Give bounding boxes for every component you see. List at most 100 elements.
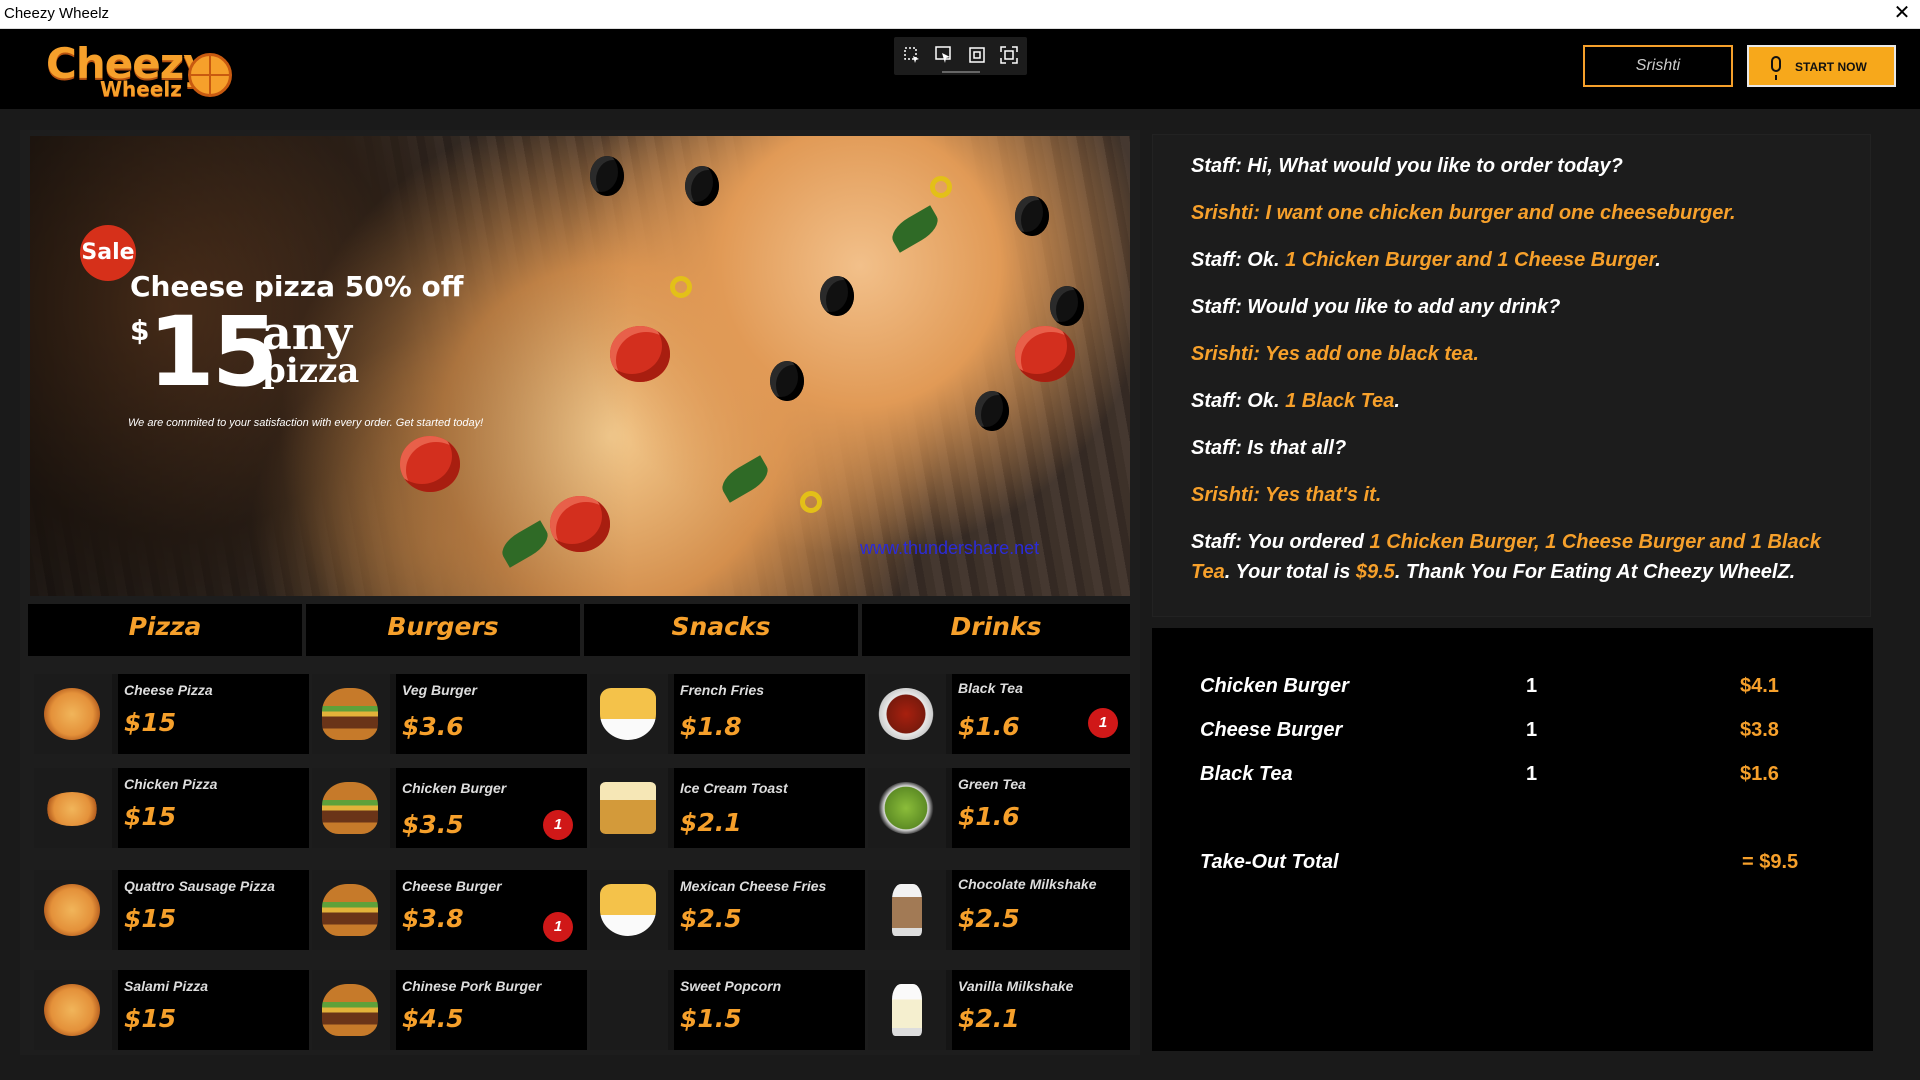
chat-line-staff: Staff: Hi, What would you like to order … bbox=[1191, 155, 1623, 177]
menu-item-green-tea[interactable]: Green Tea $1.6 bbox=[868, 768, 1130, 848]
quantity-badge: 1 bbox=[543, 810, 573, 840]
menu-item-cheese-pizza[interactable]: Cheese Pizza $15 bbox=[34, 674, 309, 754]
total-value: = $9.5 bbox=[1742, 851, 1799, 873]
pepper-decoration bbox=[670, 276, 692, 298]
user-name-field[interactable]: Srishti bbox=[1583, 45, 1733, 87]
order-item-price: $3.8 bbox=[1740, 719, 1779, 741]
conversation-panel: Staff: Hi, What would you like to order … bbox=[1152, 134, 1871, 617]
toolbar-drag-handle[interactable] bbox=[942, 71, 980, 73]
chat-line-customer: Srishti: Yes add one black tea. bbox=[1191, 343, 1479, 365]
item-name: Chicken Pizza bbox=[124, 776, 218, 792]
menu-item-veg-burger[interactable]: Veg Burger $3.6 bbox=[312, 674, 587, 754]
promo-banner: Sale Cheese pizza 50% off $ 15 any pizza… bbox=[30, 136, 1130, 596]
item-name: Black Tea bbox=[958, 680, 1023, 696]
fullscreen-icon[interactable] bbox=[998, 45, 1020, 67]
promo-dollar-sign: $ bbox=[130, 314, 150, 347]
menu-item-chinese-pork-burger[interactable]: Chinese Pork Burger $4.5 bbox=[312, 970, 587, 1050]
chicken-burger-image bbox=[312, 768, 390, 848]
app-header: Cheezy Wheelz Srishti START NOW bbox=[0, 29, 1920, 109]
item-price: $3.5 bbox=[402, 810, 464, 839]
logo-text-sub: Wheelz bbox=[100, 77, 182, 101]
tab-drinks[interactable]: Drinks bbox=[862, 604, 1130, 656]
item-price: $2.5 bbox=[958, 904, 1020, 933]
promo-pizza: pizza bbox=[262, 351, 360, 391]
mexican-cheese-fries-image bbox=[590, 870, 668, 950]
sale-badge: Sale bbox=[80, 225, 136, 281]
menu-item-vanilla-milkshake[interactable]: Vanilla Milkshake $2.1 bbox=[868, 970, 1130, 1050]
olive-decoration bbox=[1050, 286, 1084, 326]
promo-any: any bbox=[262, 306, 352, 360]
ice-cream-toast-image bbox=[590, 768, 668, 848]
order-summary-panel: Chicken Burger 1 $4.1 Cheese Burger 1 $3… bbox=[1152, 628, 1873, 1051]
start-now-button[interactable]: START NOW bbox=[1747, 45, 1896, 87]
order-item-name: Chicken Burger bbox=[1200, 675, 1349, 697]
start-now-label: START NOW bbox=[1795, 60, 1867, 74]
menu-item-french-fries[interactable]: French Fries $1.8 bbox=[590, 674, 865, 754]
menu-item-salami-pizza[interactable]: Salami Pizza $15 bbox=[34, 970, 309, 1050]
tomato-decoration bbox=[610, 326, 670, 382]
chinese-pork-burger-image bbox=[312, 970, 390, 1050]
tab-snacks[interactable]: Snacks bbox=[584, 604, 858, 656]
close-icon[interactable]: ✕ bbox=[1890, 1, 1914, 25]
item-price: $15 bbox=[124, 802, 177, 831]
item-price: $2.1 bbox=[958, 1004, 1020, 1033]
olive-decoration bbox=[1015, 196, 1049, 236]
item-name: Chocolate Milkshake bbox=[958, 876, 1097, 892]
item-name: Salami Pizza bbox=[124, 978, 209, 994]
salami-pizza-image bbox=[34, 970, 112, 1050]
item-price: $3.8 bbox=[402, 904, 464, 933]
order-row: Cheese Burger 1 $3.8 bbox=[1200, 719, 1840, 749]
chat-line-staff: Staff: Would you like to add any drink? bbox=[1191, 296, 1561, 318]
quantity-badge: 1 bbox=[543, 912, 573, 942]
order-item-name: Black Tea bbox=[1200, 763, 1293, 785]
menu-item-chocolate-milkshake[interactable]: Chocolate Milkshake $2.5 bbox=[868, 870, 1130, 950]
item-price: $15 bbox=[124, 1004, 177, 1033]
basil-decoration bbox=[716, 455, 774, 503]
menu-item-mexican-cheese-fries[interactable]: Mexican Cheese Fries $2.5 bbox=[590, 870, 865, 950]
promo-tagline: We are commited to your satisfaction wit… bbox=[128, 417, 484, 429]
order-item-price: $1.6 bbox=[1740, 763, 1779, 785]
order-item-price: $4.1 bbox=[1740, 675, 1779, 697]
menu-item-black-tea[interactable]: Black Tea $1.6 1 bbox=[868, 674, 1130, 754]
logo: Cheezy Wheelz bbox=[44, 39, 234, 101]
order-item-qty: 1 bbox=[1526, 763, 1538, 785]
chat-line-customer: Srishti: I want one chicken burger and o… bbox=[1191, 202, 1736, 224]
pointer-icon[interactable] bbox=[933, 45, 955, 67]
select-tool-icon[interactable] bbox=[901, 45, 923, 67]
sweet-popcorn-image bbox=[590, 970, 668, 1050]
capture-toolbar bbox=[894, 37, 1027, 75]
total-label: Take-Out Total bbox=[1200, 851, 1339, 873]
menu-item-sweet-popcorn[interactable]: Sweet Popcorn $1.5 bbox=[590, 970, 865, 1050]
olive-decoration bbox=[820, 276, 854, 316]
item-name: Vanilla Milkshake bbox=[958, 978, 1074, 994]
tomato-decoration bbox=[1015, 326, 1075, 382]
item-name: Chinese Pork Burger bbox=[402, 978, 542, 994]
pepper-decoration bbox=[930, 176, 952, 198]
frame-icon[interactable] bbox=[966, 45, 988, 67]
order-item-qty: 1 bbox=[1526, 675, 1538, 697]
tab-burgers[interactable]: Burgers bbox=[306, 604, 580, 656]
black-tea-image bbox=[868, 674, 946, 754]
item-price: $15 bbox=[124, 904, 177, 933]
olive-decoration bbox=[590, 156, 624, 196]
item-name: Veg Burger bbox=[402, 682, 477, 698]
chat-line-staff: Staff: Ok. 1 Chicken Burger and 1 Cheese… bbox=[1191, 249, 1661, 271]
item-name: Ice Cream Toast bbox=[680, 780, 788, 796]
chat-line-staff: Staff: Is that all? bbox=[1191, 437, 1347, 459]
green-tea-image bbox=[868, 768, 946, 848]
order-row: Chicken Burger 1 $4.1 bbox=[1200, 675, 1840, 705]
menu-item-chicken-burger[interactable]: Chicken Burger $3.5 1 bbox=[312, 768, 587, 848]
menu-item-cheese-burger[interactable]: Cheese Burger $3.8 1 bbox=[312, 870, 587, 950]
order-total-row: Take-Out Total = $9.5 bbox=[1200, 851, 1840, 881]
item-name: Green Tea bbox=[958, 776, 1026, 792]
olive-decoration bbox=[770, 361, 804, 401]
pepper-decoration bbox=[800, 491, 822, 513]
menu-item-ice-cream-toast[interactable]: Ice Cream Toast $2.1 bbox=[590, 768, 865, 848]
tab-pizza[interactable]: Pizza bbox=[28, 604, 302, 656]
tomato-decoration bbox=[550, 496, 610, 552]
menu-item-quattro-sausage-pizza[interactable]: Quattro Sausage Pizza $15 bbox=[34, 870, 309, 950]
order-item-name: Cheese Burger bbox=[1200, 719, 1343, 741]
french-fries-image bbox=[590, 674, 668, 754]
item-price: $2.5 bbox=[680, 904, 742, 933]
menu-item-chicken-pizza[interactable]: Chicken Pizza $15 bbox=[34, 768, 309, 848]
